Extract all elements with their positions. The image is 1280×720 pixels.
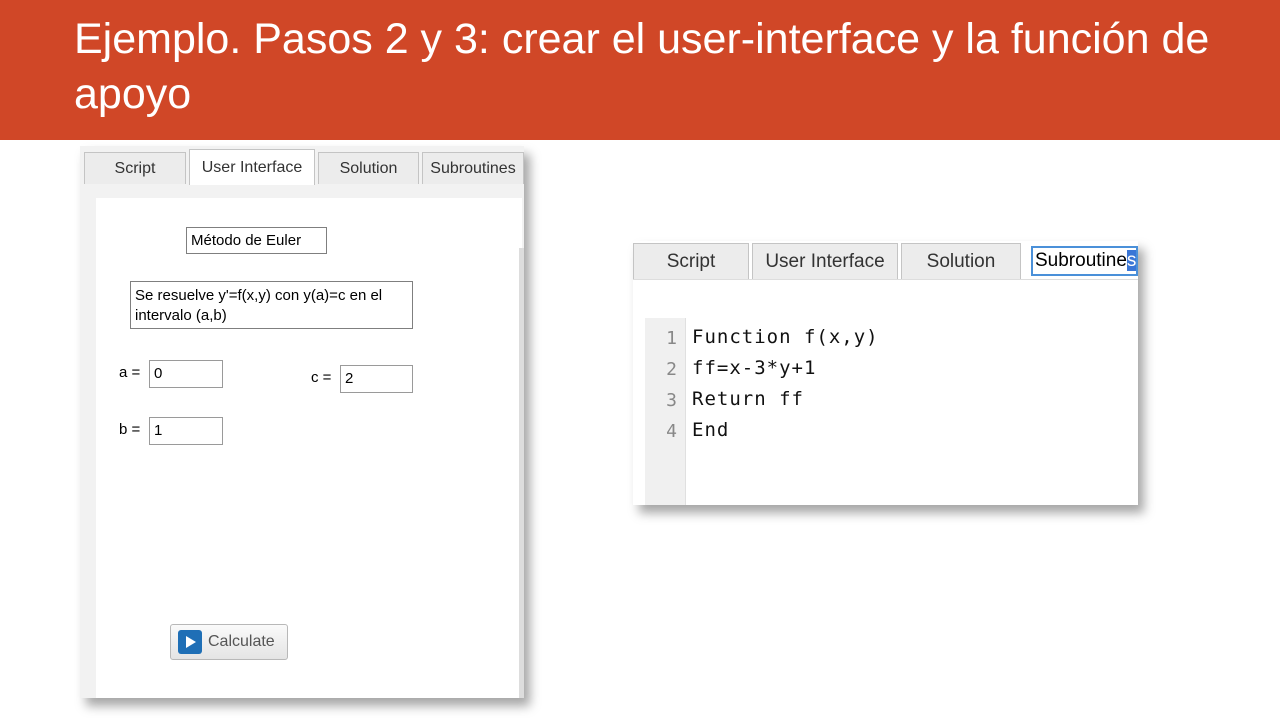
line-number: 2	[666, 359, 677, 380]
code-line[interactable]: ff=x-3*y+1	[692, 357, 816, 379]
slide-title: Ejemplo. Pasos 2 y 3: crear el user-inte…	[74, 15, 1210, 118]
tab-divider	[633, 279, 1138, 280]
ui-design-area	[96, 198, 522, 698]
tab-solution[interactable]: Solution	[318, 152, 419, 184]
field-c-label: c =	[311, 369, 332, 386]
line-number: 3	[666, 390, 677, 411]
tab-subroutines-right[interactable]: Subroutines	[1031, 246, 1138, 276]
play-icon	[178, 630, 202, 654]
field-b-input[interactable]: 1	[149, 417, 223, 445]
calculate-button[interactable]: Calculate	[170, 624, 288, 660]
ui-scrollbar[interactable]	[519, 248, 524, 698]
tab-subroutines[interactable]: Subroutines	[422, 152, 524, 184]
description-label-box: Se resuelve y'=f(x,y) con y(a)=c en el i…	[130, 281, 413, 329]
field-b-label: b =	[119, 421, 141, 438]
tab-subroutines-selection: s	[1126, 250, 1137, 271]
tab-script-right[interactable]: Script	[633, 243, 749, 279]
code-line[interactable]: Return ff	[692, 388, 804, 410]
tab-script[interactable]: Script	[84, 152, 186, 184]
code-line[interactable]: Function f(x,y)	[692, 326, 879, 348]
title-label-box: Método de Euler	[186, 227, 327, 254]
line-number: 4	[666, 421, 677, 442]
tab-solution-right[interactable]: Solution	[901, 243, 1021, 279]
line-number: 1	[666, 328, 677, 349]
tab-user-interface-right[interactable]: User Interface	[752, 243, 898, 279]
tab-subroutines-text: Subroutine	[1035, 250, 1127, 271]
tab-user-interface[interactable]: User Interface	[189, 149, 315, 185]
field-a-label: a =	[119, 364, 141, 381]
field-a-input[interactable]: 0	[149, 360, 223, 388]
calculate-label: Calculate	[208, 633, 275, 650]
field-c-input[interactable]: 2	[340, 365, 413, 393]
code-line[interactable]: End	[692, 419, 729, 441]
